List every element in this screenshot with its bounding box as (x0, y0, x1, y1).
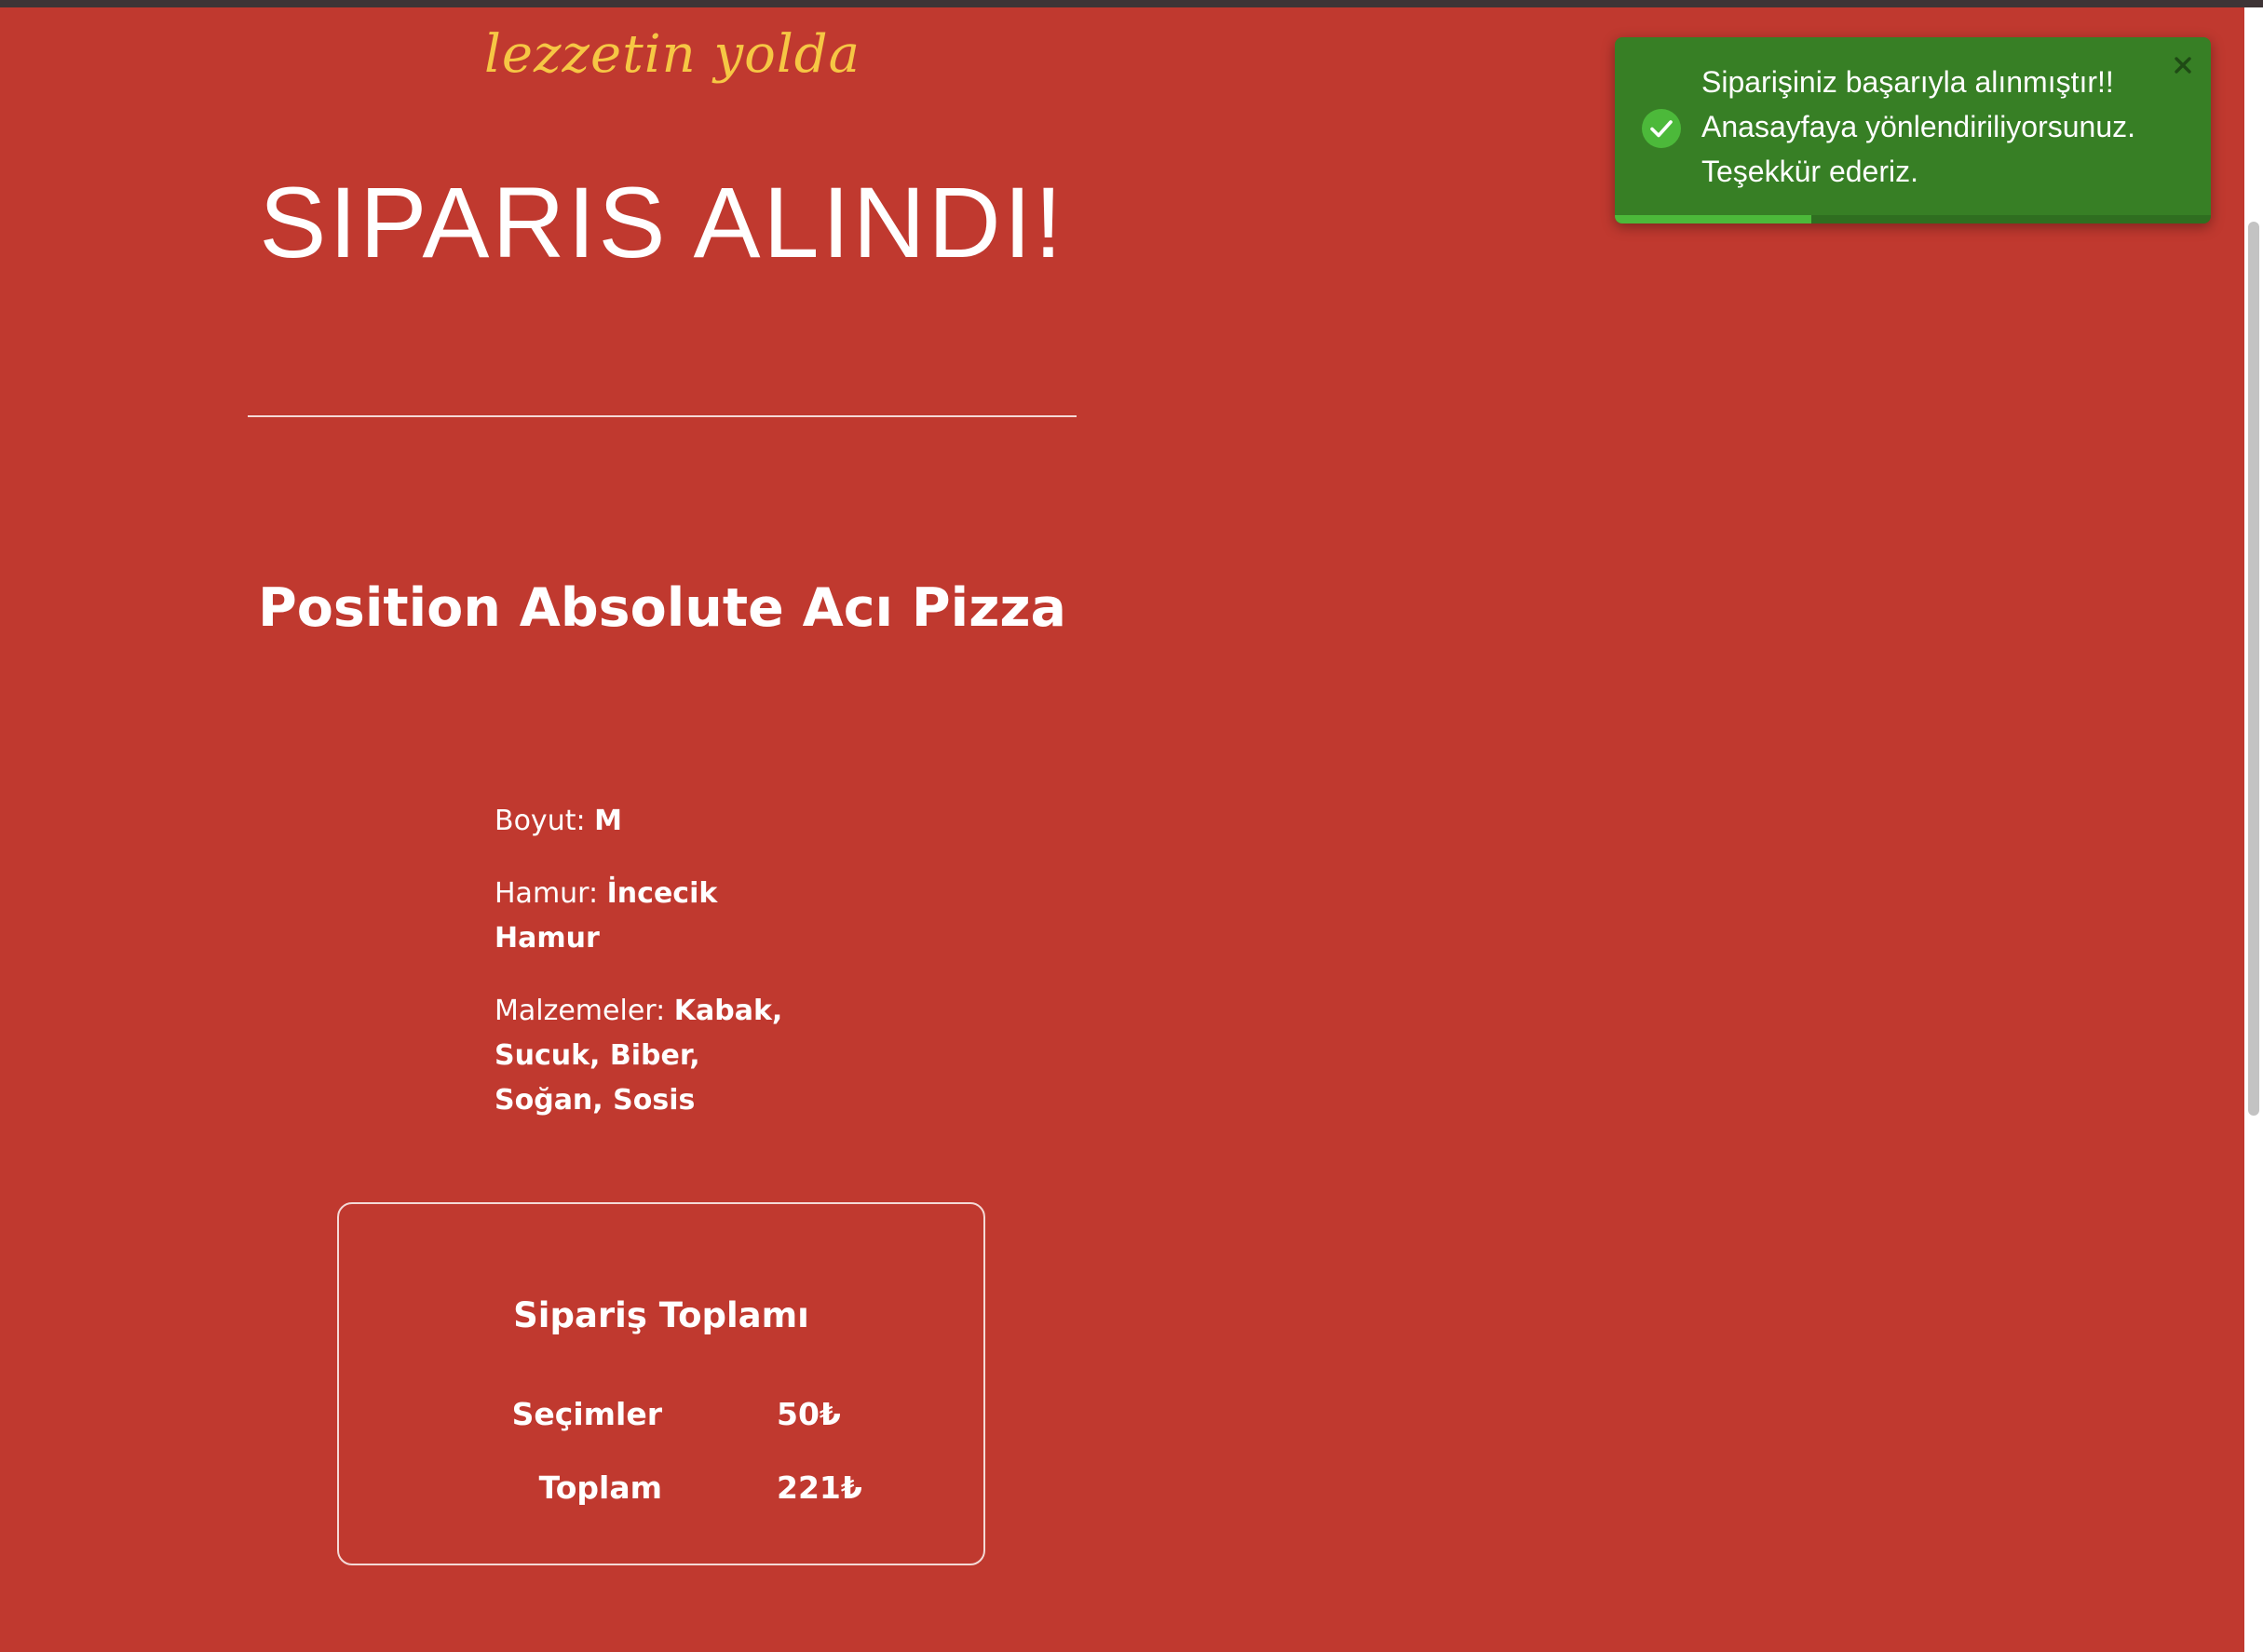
detail-size: Boyut: M (495, 799, 802, 844)
detail-dough-label: Hamur: (495, 877, 607, 910)
title-divider (248, 415, 1077, 417)
page-title: SIPARIS ALINDI! (259, 166, 1065, 278)
toast-progress-bar (1615, 215, 2211, 223)
detail-dough: Hamur: İncecik Hamur (495, 872, 802, 961)
toast-message-line: Anasayfaya yönlendiriliyorsunuz. (1701, 110, 2136, 143)
summary-row-value: 221₺ (777, 1469, 862, 1506)
summary-row-selections: Seçimler 50₺ (339, 1396, 983, 1442)
summary-row-label: Toplam (538, 1469, 662, 1506)
summary-title: Sipariş Toplamı (513, 1295, 809, 1335)
summary-row-value: 50₺ (777, 1396, 841, 1432)
order-confirmation-page: lezzetin yolda SIPARIS ALINDI! Position … (0, 7, 2244, 1652)
toast-message-line: Teşekkür ederiz. (1701, 155, 1918, 188)
check-circle-icon (1641, 108, 1682, 149)
order-details: Boyut: M Hamur: İncecik Hamur Malzemeler… (495, 799, 802, 1151)
close-icon[interactable] (2168, 50, 2198, 80)
page-scrollbar[interactable] (2244, 7, 2263, 1652)
toast-message: Siparişiniz başarıyla alınmıştır!! Anasa… (1701, 60, 2167, 194)
detail-toppings: Malzemeler: Kabak, Sucuk, Biber, Soğan, … (495, 989, 802, 1123)
order-summary-box: Sipariş Toplamı Seçimler 50₺ Toplam 221₺ (337, 1202, 985, 1565)
scrollbar-thumb[interactable] (2248, 222, 2259, 1116)
detail-toppings-label: Malzemeler: (495, 995, 674, 1027)
toast-message-line: Siparişiniz başarıyla alınmıştır!! (1701, 65, 2114, 99)
toast-progress-fill (1615, 215, 1812, 223)
success-toast[interactable]: Siparişiniz başarıyla alınmıştır!! Anasa… (1615, 37, 2211, 223)
tagline-logo: lezzetin yolda (484, 24, 860, 85)
pizza-name: Position Absolute Acı Pizza (257, 577, 1067, 639)
summary-row-label: Seçimler (511, 1396, 662, 1432)
detail-size-value: M (594, 805, 622, 837)
summary-row-total: Toplam 221₺ (339, 1469, 983, 1516)
browser-top-edge (0, 0, 2263, 7)
detail-size-label: Boyut: (495, 805, 595, 837)
